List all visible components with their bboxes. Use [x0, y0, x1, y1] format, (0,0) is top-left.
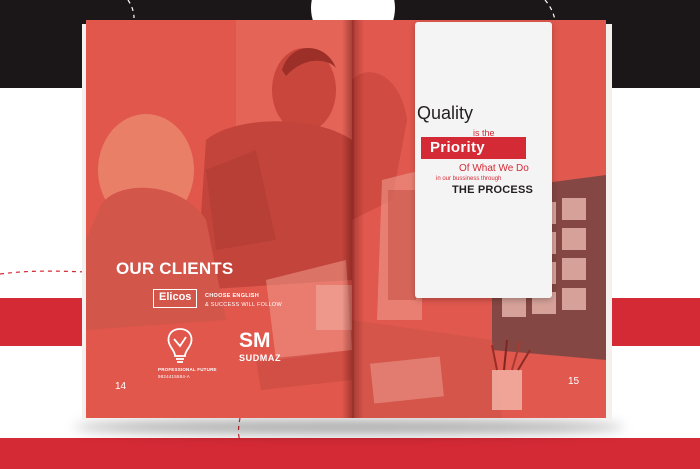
- sudmaz-mark: SM: [239, 329, 271, 352]
- office-photo-left: [86, 20, 352, 418]
- elicos-logo-text: Elicos: [159, 291, 192, 303]
- quote-line-the-process: THE PROCESS: [452, 184, 534, 196]
- professional-future-name: PROFESSIONAL FUTURE: [158, 367, 217, 372]
- elicos-tagline-secondary: & SUCCESS WILL FOLLOW: [205, 302, 282, 308]
- book-gutter: [342, 20, 364, 418]
- quote-line-business: in our bussiness through: [436, 176, 502, 182]
- book-shadow: [74, 420, 624, 434]
- left-page: [86, 20, 352, 418]
- page-number-right: 15: [568, 376, 580, 387]
- priority-highlight: Priority: [421, 137, 526, 159]
- quote-card: [415, 22, 552, 298]
- professional-future-code: 9824415584-A: [158, 374, 190, 379]
- quote-line-of-what-we-do: Of What We Do: [459, 163, 529, 174]
- bottom-red-band: [0, 438, 700, 469]
- section-title: OUR CLIENTS: [116, 259, 234, 278]
- lightbulb-icon: [167, 328, 193, 363]
- dashed-line-left: [0, 270, 89, 275]
- elicos-tagline: CHOOSE ENGLISH: [205, 293, 260, 299]
- dashed-line-right: [604, 204, 700, 212]
- quote-line-priority: Priority: [430, 139, 485, 156]
- sudmaz-name: SUDMAZ: [239, 353, 282, 363]
- elicos-logo: Elicos: [153, 289, 197, 308]
- page-number-left: 14: [115, 381, 127, 392]
- quote-line-quality: Quality: [417, 103, 474, 123]
